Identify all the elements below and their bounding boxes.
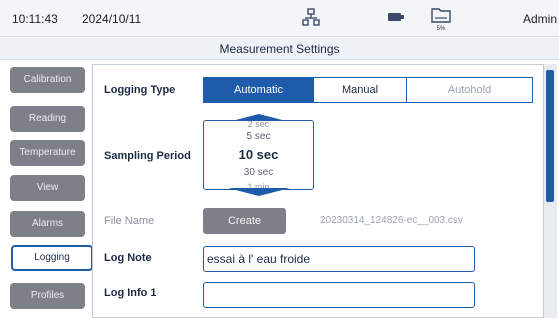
picker-option-clipped-top[interactable]: 2 sec	[204, 121, 313, 129]
log-info-1-label: Log Info 1	[104, 287, 157, 299]
status-bar: 10:11:43 2024/10/11 5% Admin	[0, 0, 559, 37]
storage-percent: 5%	[436, 26, 446, 32]
page-title: Measurement Settings	[219, 42, 340, 56]
status-time: 10:11:43	[12, 12, 58, 26]
picker-option-selected[interactable]: 10 sec	[204, 147, 313, 162]
sampling-period-label: Sampling Period	[104, 150, 191, 162]
folder-icon	[431, 8, 451, 23]
network-icon	[302, 8, 320, 26]
battery-icon	[388, 13, 404, 21]
tab-view[interactable]: View	[10, 175, 85, 201]
logging-type-autohold: Autohold	[407, 77, 533, 103]
file-name-label: File Name	[104, 215, 155, 227]
tab-temperature[interactable]: Temperature	[10, 140, 85, 166]
user-name[interactable]: Admin	[523, 12, 557, 26]
status-date: 2024/10/11	[82, 12, 142, 26]
file-name-value: 20230314_124826-ec__003.csv	[320, 215, 463, 226]
storage-indicator: 5%	[430, 5, 452, 33]
tab-calibration[interactable]: Calibration	[10, 67, 85, 93]
log-note-label: Log Note	[104, 252, 152, 264]
create-file-button[interactable]: Create	[203, 208, 286, 234]
tab-logging[interactable]: Logging	[11, 245, 93, 271]
tab-alarms[interactable]: Alarms	[10, 211, 85, 237]
scrollbar-thumb[interactable]	[546, 70, 554, 202]
log-info-1-input[interactable]	[203, 282, 475, 308]
log-note-input[interactable]: essai à l' eau froide	[203, 246, 475, 272]
logging-type-label: Logging Type	[104, 84, 176, 96]
logging-type-automatic[interactable]: Automatic	[203, 77, 314, 103]
picker-option[interactable]: 30 sec	[204, 167, 313, 178]
measurement-settings-screen: 10:11:43 2024/10/11 5% Admin Measurement…	[0, 0, 559, 335]
title-bar: Measurement Settings	[0, 38, 559, 60]
logging-type-manual[interactable]: Manual	[314, 77, 407, 103]
sampling-period-picker[interactable]: 2 sec 5 sec 10 sec 30 sec 1 min	[203, 120, 314, 190]
tab-reading[interactable]: Reading	[10, 106, 85, 132]
picker-option[interactable]: 5 sec	[204, 131, 313, 142]
tab-profiles[interactable]: Profiles	[10, 283, 85, 309]
